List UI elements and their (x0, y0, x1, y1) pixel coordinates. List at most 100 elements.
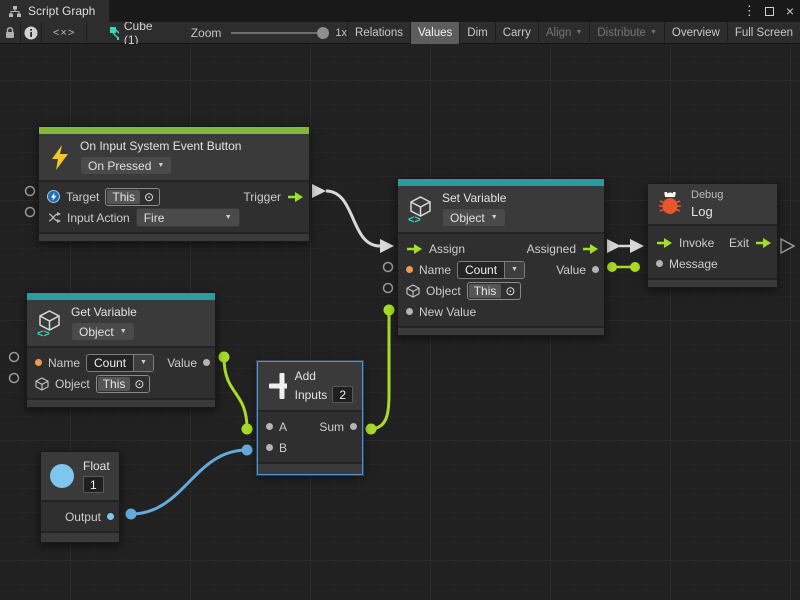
node-get-variable[interactable]: <> Get Variable Object ▼ Name Count (26, 292, 216, 408)
port-getname-unconnected[interactable] (10, 353, 19, 362)
variable-name-dropdown[interactable]: Count ▼ (86, 354, 154, 372)
port-dot-b[interactable] (266, 444, 273, 451)
flow-arrow-icon[interactable] (582, 243, 599, 255)
get-variable-header: <> Get Variable Object ▼ (27, 300, 215, 346)
port-getvalue-out-endpoint[interactable] (219, 352, 230, 363)
flow-arrow-icon[interactable] (287, 191, 304, 203)
chevron-down-icon: ▼ (575, 29, 582, 36)
port-dot-a[interactable] (266, 423, 273, 430)
zoom-label: Zoom (191, 26, 222, 40)
port-exit-unconnected[interactable] (781, 239, 794, 253)
event-mode-dropdown[interactable]: On Pressed ▼ (80, 156, 172, 175)
lock-button[interactable] (0, 22, 21, 44)
flow-arrow-icon[interactable] (755, 237, 772, 249)
tab-title: Script Graph (28, 4, 95, 18)
port-trigger-out-arrow[interactable] (312, 184, 326, 198)
port-a-in-endpoint[interactable] (242, 424, 253, 435)
port-row-output: Output (41, 506, 119, 527)
tab-script-graph[interactable]: Script Graph (0, 0, 109, 22)
port-value-out-endpoint[interactable] (607, 262, 617, 272)
wire-sum-to-newvalue[interactable] (371, 310, 389, 429)
port-dot-value[interactable] (203, 359, 210, 366)
zoom-slider[interactable] (231, 27, 327, 39)
set-variable-footer (398, 326, 604, 335)
port-setobject-unconnected[interactable] (384, 284, 393, 293)
code-view-button[interactable]: <×> (42, 22, 87, 44)
port-dot-sum[interactable] (350, 423, 357, 430)
port-dot-name[interactable] (35, 359, 42, 366)
toolbar-button-values[interactable]: Values (410, 22, 459, 44)
toolbar-button-dim[interactable]: Dim (459, 22, 494, 44)
inputs-label: Inputs (295, 388, 328, 402)
node-add[interactable]: Add Inputs 2 A Sum (257, 361, 363, 475)
flow-arrow-icon[interactable] (656, 237, 673, 249)
info-icon (24, 26, 38, 40)
port-assign-in-arrow[interactable] (380, 239, 394, 253)
zoom-value: 1x (335, 27, 347, 39)
node-set-variable[interactable]: <> Set Variable Object ▼ Assi (397, 178, 605, 336)
graph-target[interactable]: Cube (1) (109, 19, 157, 47)
port-message-in-endpoint[interactable] (630, 262, 640, 272)
float-node-body: Output (41, 502, 119, 531)
this-object-chip[interactable]: This ⊙ (96, 375, 151, 393)
wire-getvalue-to-a[interactable] (224, 357, 247, 429)
flow-arrow-icon[interactable] (406, 243, 423, 255)
toolbar-button-carry[interactable]: Carry (495, 22, 538, 44)
node-title: On Input System Event Button (80, 139, 241, 153)
set-variable-kind-dropdown[interactable]: Object ▼ (442, 208, 506, 227)
port-dot-output[interactable] (107, 513, 114, 520)
maximize-icon[interactable] (765, 7, 774, 16)
graph-canvas[interactable]: On Input System Event Button On Pressed … (0, 44, 800, 600)
node-debug-log[interactable]: Debug Log Invoke Exit (647, 183, 778, 288)
node-float[interactable]: Float 1 Output (40, 451, 120, 543)
port-dot-message[interactable] (656, 260, 663, 267)
port-b-in-endpoint[interactable] (242, 445, 253, 456)
inputs-count-field[interactable]: 2 (332, 386, 353, 403)
port-target-unconnected[interactable] (26, 187, 35, 196)
port-row-target: Target This ⊙ Trigger (39, 186, 309, 207)
toolbar-button-full-screen[interactable]: Full Screen (727, 22, 800, 44)
info-button[interactable] (21, 22, 42, 44)
graph-hierarchy-icon (8, 5, 22, 18)
toolbar-button-align[interactable]: Align ▼ (538, 22, 590, 44)
port-dot-name[interactable] (406, 266, 413, 273)
variable-name-dropdown[interactable]: Count ▼ (457, 261, 525, 279)
port-row-input-action: Input Action Fire ▼ (39, 207, 309, 228)
node-on-input-system-event-button[interactable]: On Input System Event Button On Pressed … (38, 126, 310, 242)
bug-icon (657, 191, 683, 217)
event-node-footer (39, 232, 309, 241)
window-menu-icon[interactable]: ⋮ (743, 3, 753, 19)
zoom-slider-track[interactable] (231, 32, 327, 34)
port-assigned-out-arrow[interactable] (607, 239, 621, 253)
close-icon[interactable]: × (786, 4, 794, 18)
wire-trigger-to-assign[interactable] (326, 191, 380, 246)
lock-icon (4, 26, 16, 39)
this-object-chip[interactable]: This ⊙ (467, 282, 522, 300)
this-object-chip[interactable]: This ⊙ (105, 188, 160, 206)
port-row-new-value: New Value (398, 301, 604, 322)
input-action-dropdown[interactable]: Fire ▼ (136, 208, 240, 227)
port-floatoutput-out-endpoint[interactable] (126, 509, 137, 520)
port-invoke-in-arrow[interactable] (630, 239, 644, 253)
chevron-down-icon: ▼ (133, 355, 153, 371)
toolbar-button-overview[interactable]: Overview (664, 22, 727, 44)
port-dot-value[interactable] (592, 266, 599, 273)
toolbar-button-relations[interactable]: Relations (347, 22, 410, 44)
port-dot-new-value[interactable] (406, 308, 413, 315)
port-inputaction-unconnected[interactable] (26, 208, 35, 217)
event-node-header: On Input System Event Button On Pressed … (39, 134, 309, 180)
cube-icon (35, 377, 49, 391)
float-node-footer (41, 531, 119, 542)
float-value-field[interactable]: 1 (83, 476, 104, 493)
port-setname-unconnected[interactable] (384, 263, 393, 272)
zoom-slider-handle[interactable] (317, 27, 329, 39)
port-getobject-unconnected[interactable] (10, 374, 19, 383)
wire-float-to-b[interactable] (131, 450, 247, 514)
set-variable-color-bar (398, 179, 604, 186)
toolbar-button-distribute[interactable]: Distribute ▼ (589, 22, 664, 44)
port-newvalue-in-endpoint[interactable] (384, 305, 395, 316)
input-action-icon (47, 211, 61, 224)
get-variable-kind-dropdown[interactable]: Object ▼ (71, 322, 135, 341)
port-sum-out-endpoint[interactable] (366, 424, 377, 435)
graph-target-label: Cube (1) (124, 19, 157, 47)
